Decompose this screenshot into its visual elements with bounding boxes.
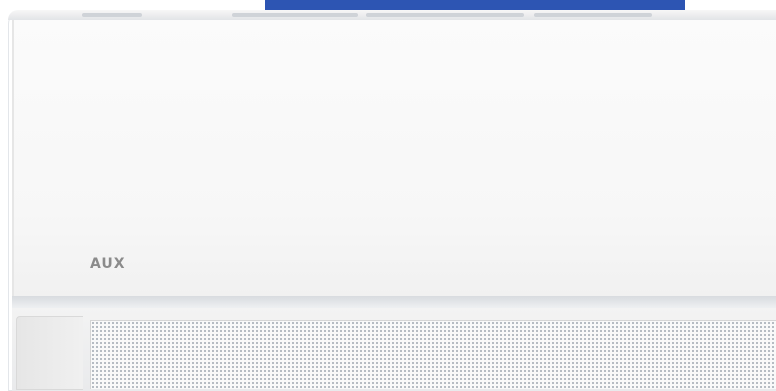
- top-vent-slot: [366, 13, 524, 17]
- top-vent-slot: [82, 13, 142, 17]
- panel-seam: [12, 296, 776, 308]
- brand-logo: AUX: [90, 256, 126, 272]
- left-end-cap: [16, 316, 83, 390]
- top-vent-slot: [232, 13, 358, 17]
- ac-photo: AUX: [0, 0, 776, 391]
- front-panel: [12, 20, 776, 296]
- air-outlet-grille: [90, 320, 776, 389]
- top-vent-slot: [534, 13, 652, 17]
